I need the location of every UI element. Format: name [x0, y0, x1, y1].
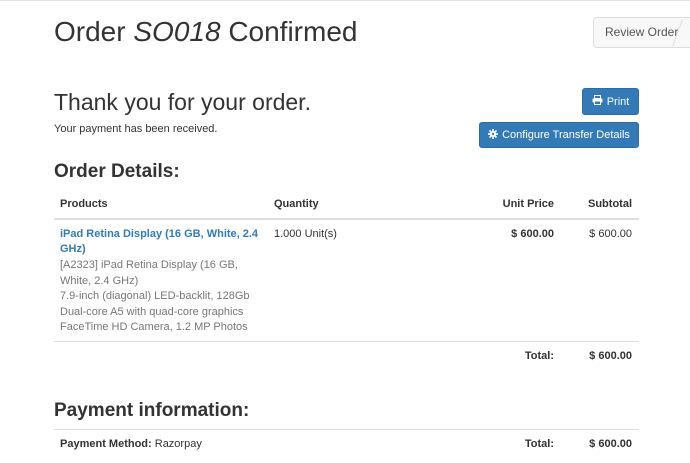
page-title: Order SO018 Confirmed [54, 12, 357, 52]
gear-icon [488, 128, 499, 142]
print-icon [592, 95, 603, 108]
payment-total-value: $ 600.00 [589, 438, 632, 450]
product-description-line: [A2323] iPad Retina Display (16 GB, [60, 259, 238, 271]
payment-method-label: Payment Method: [60, 438, 152, 450]
order-number: SO018 [133, 16, 221, 47]
configure-transfer-button[interactable]: Configure Transfer Details [479, 122, 639, 148]
order-confirmation-page: Order SO018 Confirmed Review Order Thank… [0, 0, 690, 463]
payment-received-text: Your payment has been received. [54, 123, 218, 135]
product-link[interactable]: iPad Retina Display (16 GB, White, 2.4 G… [60, 227, 265, 257]
product-description-line: White, 2.4 GHz) [60, 274, 139, 287]
top-divider [0, 0, 690, 1]
print-button[interactable]: Print [582, 88, 639, 115]
product-quantity: 1.000 Unit(s) [274, 228, 337, 240]
print-label: Print [606, 95, 630, 108]
product-description: [A2323] iPad Retina Display (16 GB, Whit… [60, 258, 265, 336]
column-header-products: Products [60, 198, 108, 210]
payment-total-label: Total: [524, 438, 554, 450]
table-header-divider [54, 218, 639, 220]
order-details-heading: Order Details: [54, 161, 180, 182]
table-row-divider [54, 341, 639, 342]
payment-divider [54, 429, 639, 430]
payment-information-heading: Payment information: [54, 400, 250, 421]
order-total-label: Total: [524, 350, 554, 362]
title-prefix: Order [54, 16, 126, 47]
order-total-value: $ 600.00 [589, 350, 632, 362]
product-description-line: Dual‑core A5 with quad‑core graphics [60, 305, 244, 318]
payment-method-value: Razorpay [154, 438, 202, 450]
review-order-label: Review Order [605, 25, 679, 39]
payment-method: Payment Method: Razorpay [60, 437, 202, 451]
product-subtotal: $ 600.00 [589, 228, 632, 240]
product-unit-price: $ 600.00 [511, 228, 554, 240]
column-header-unit-price: Unit Price [502, 198, 554, 210]
review-order-button[interactable]: Review Order [593, 17, 690, 48]
configure-transfer-label: Configure Transfer Details [502, 129, 630, 141]
column-header-quantity: Quantity [274, 198, 319, 210]
thank-you-heading: Thank you for your order. [54, 89, 311, 115]
title-suffix: Confirmed [228, 16, 358, 47]
product-description-line: 7.9‑inch (diagonal) LED‑backlit, 128Gb [60, 290, 250, 302]
product-description-line: FaceTime HD Camera, 1.2 MP Photos [60, 321, 248, 333]
column-header-subtotal: Subtotal [588, 198, 632, 210]
